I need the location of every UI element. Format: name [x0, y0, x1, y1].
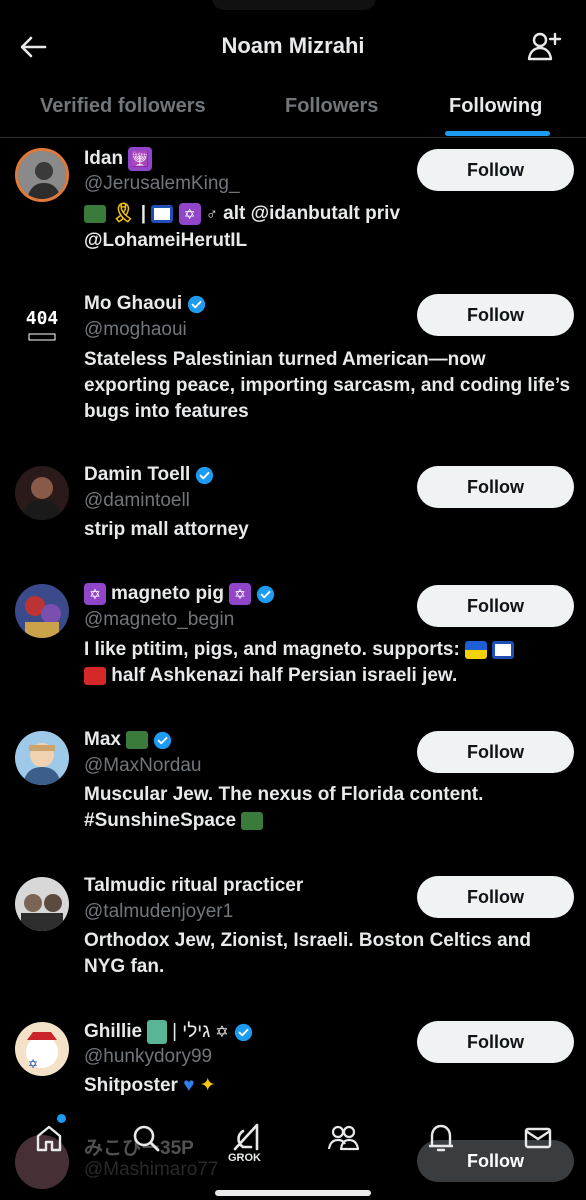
male-sign-icon: ♂ — [205, 206, 218, 223]
follow-button[interactable]: Follow — [417, 585, 574, 627]
search-icon[interactable] — [126, 1118, 166, 1158]
follow-button[interactable]: Follow — [417, 1021, 574, 1063]
active-tab-indicator — [445, 131, 550, 136]
user-bio: Stateless Palestinian turned American—no… — [84, 349, 571, 422]
user-name-text: Idan — [84, 148, 124, 169]
statue-of-liberty-icon — [147, 1020, 168, 1044]
user-bio: Orthodox Jew, Zionist, Israeli. Boston C… — [84, 930, 531, 977]
follow-button[interactable]: Follow — [417, 294, 574, 336]
ukraine-flag-icon — [465, 640, 488, 659]
svg-text:✡: ✡ — [28, 1057, 38, 1071]
user-bio: Muscular Jew. The nexus of Florida conte… — [84, 782, 574, 834]
pager-emoji-icon — [125, 731, 148, 749]
verified-badge-icon — [153, 731, 172, 749]
follow-button[interactable]: Follow — [417, 876, 574, 918]
follow-button[interactable]: Follow — [417, 466, 574, 508]
bottom-nav-bar: GROK — [0, 1108, 586, 1168]
tab-followers[interactable]: Followers — [285, 95, 378, 118]
user-bio: 🎗 | ✡ ♂ alt @idanbutalt priv @LohameiHer… — [84, 201, 574, 254]
user-name: Max — [84, 729, 172, 751]
user-name-suffix: | גילי — [172, 1021, 211, 1042]
user-handle: @hunkydory99 — [84, 1046, 213, 1067]
user-handle: @moghaoui — [84, 319, 187, 340]
svg-text:404: 404 — [26, 308, 59, 329]
bio-hashtag-link[interactable]: #SunshineSpace — [84, 810, 236, 831]
bio-mention-link[interactable]: @LohameiHerutIL — [84, 230, 247, 251]
user-handle: @magneto_begin — [84, 609, 235, 630]
user-name-text: Talmudic ritual practicer — [84, 875, 304, 896]
taiwan-flag-icon — [84, 666, 106, 685]
home-icon[interactable] — [29, 1118, 69, 1158]
israel-flag-icon — [151, 204, 174, 223]
avatar[interactable] — [15, 148, 69, 202]
star-of-david-icon: ✡ — [178, 202, 201, 225]
avatar[interactable] — [15, 731, 69, 785]
user-name: Talmudic ritual practicer — [84, 875, 303, 897]
pager-emoji-icon — [241, 811, 264, 830]
follow-button[interactable]: Follow — [417, 731, 574, 773]
avatar[interactable] — [15, 877, 69, 931]
bio-text: I like ptitim, pigs, and magneto. suppor… — [84, 639, 460, 660]
bio-text: Shitposter — [84, 1075, 178, 1096]
tab-verified-followers[interactable]: Verified followers — [40, 95, 206, 118]
bio-text: alt @idanbutalt priv — [223, 203, 401, 224]
menorah-emoji-icon: 🕎 — [128, 147, 153, 171]
user-name: Mo Ghaoui — [84, 293, 206, 315]
user-name-text: Damin Toell — [84, 464, 191, 485]
verified-badge-icon — [196, 466, 214, 484]
top-bar: Noam Mizrahi — [0, 0, 586, 78]
user-bio: strip mall attorney — [84, 519, 249, 540]
system-home-indicator[interactable] — [215, 1190, 371, 1196]
user-name: Ghillie | גילי ✡ — [84, 1020, 253, 1044]
user-handle: @talmudenjoyer1 — [84, 901, 234, 922]
grok-label: GROK — [228, 1152, 261, 1164]
user-handle: @JerusalemKing_ — [84, 173, 240, 194]
avatar[interactable] — [15, 466, 69, 520]
ribbon-emoji-icon: 🎗 — [111, 203, 136, 224]
user-name: Damin Toell — [84, 464, 214, 486]
star-of-david-icon: ✡ — [228, 583, 251, 605]
israel-flag-icon — [492, 640, 515, 659]
user-name-text: magneto pig — [111, 583, 224, 604]
star-of-david-icon: ✡ — [84, 583, 106, 605]
star-of-david-icon: ✡ — [215, 1024, 229, 1041]
avatar[interactable] — [15, 584, 69, 638]
user-handle: @damintoell — [84, 490, 190, 511]
bio-text: Muscular Jew. The nexus of Florida conte… — [84, 784, 484, 805]
user-name-text: Mo Ghaoui — [84, 293, 183, 314]
user-bio: Shitposter ♥ ✦ — [84, 1073, 574, 1099]
notifications-bell-icon[interactable] — [421, 1118, 461, 1158]
tab-following[interactable]: Following — [449, 95, 542, 118]
sparkles-icon: ✦ — [199, 1075, 216, 1096]
bio-text: | — [140, 203, 152, 224]
communities-icon[interactable] — [323, 1118, 363, 1158]
pager-emoji-icon — [84, 204, 106, 223]
verified-badge-icon — [256, 585, 275, 603]
verified-badge-icon — [188, 295, 206, 313]
tab-bar: Verified followers Followers Following — [0, 78, 586, 138]
user-name-text: Max — [84, 729, 121, 750]
messages-envelope-icon[interactable] — [518, 1118, 558, 1158]
follow-button[interactable]: Follow — [417, 149, 574, 191]
page-title: Noam Mizrahi — [221, 33, 365, 58]
user-name: Idan 🕎 — [84, 147, 153, 171]
verified-badge-icon — [234, 1023, 252, 1041]
blue-heart-icon: ♥ — [183, 1075, 195, 1096]
user-name: ✡ magneto pig ✡ — [84, 583, 275, 605]
bio-text: half Ashkenazi half Persian israeli jew. — [111, 665, 458, 686]
avatar[interactable]: ✡ — [15, 1022, 69, 1076]
avatar[interactable]: 404 — [15, 294, 69, 348]
home-notification-dot — [57, 1114, 66, 1123]
add-user-icon[interactable] — [526, 28, 562, 64]
user-handle: @MaxNordau — [84, 755, 202, 776]
user-bio: I like ptitim, pigs, and magneto. suppor… — [84, 637, 574, 689]
user-name-text: Ghillie — [84, 1021, 143, 1042]
